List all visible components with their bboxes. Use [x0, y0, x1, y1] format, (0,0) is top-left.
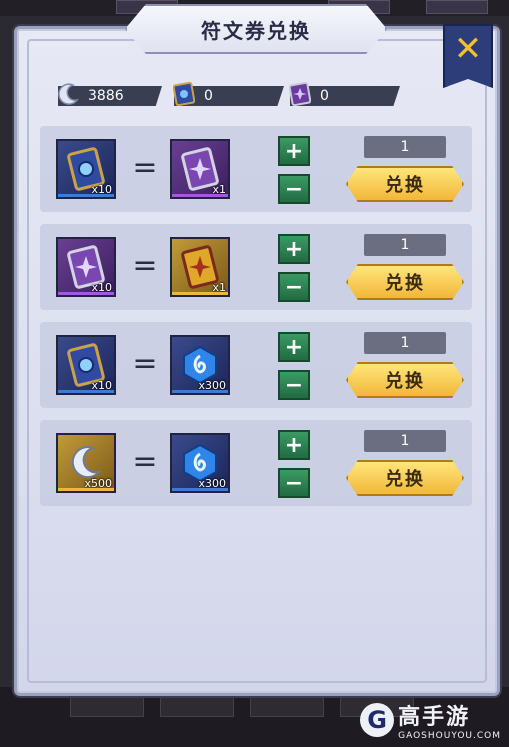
exchange-count: 1: [364, 430, 446, 452]
target-item-slot: x1: [170, 237, 230, 297]
decrease-button[interactable]: −: [278, 174, 310, 204]
quality-bar: [58, 390, 114, 393]
exchange-row: x10 = x1 + − 1 兑换: [40, 126, 472, 212]
background-slot: [70, 693, 144, 717]
quality-bar: [172, 292, 228, 295]
dialog-title-banner: 符文券兑换: [125, 4, 387, 54]
source-item-slot: x10: [56, 237, 116, 297]
exchange-button[interactable]: 兑换: [346, 362, 464, 398]
source-item-slot: x10: [56, 139, 116, 199]
background-slot: [160, 693, 234, 717]
exchange-count: 1: [364, 136, 446, 158]
quality-bar: [172, 390, 228, 393]
currency-purple-ticket: 0: [289, 82, 400, 108]
target-item-slot: x300: [170, 433, 230, 493]
equals-sign: =: [132, 248, 158, 283]
equals-sign: =: [132, 346, 158, 381]
exchange-row: x10 = x300 + − 1 兑换: [40, 322, 472, 408]
source-item-slot: x500: [56, 433, 116, 493]
quality-bar: [172, 488, 228, 491]
decrease-button[interactable]: −: [278, 272, 310, 302]
target-item-slot: x1: [170, 139, 230, 199]
blue-rune-ticket-icon: [170, 80, 198, 108]
purple-rune-ticket-icon: [286, 80, 314, 108]
watermark-logo: G: [360, 703, 395, 737]
moon-crystal-icon: [54, 80, 82, 108]
increase-button[interactable]: +: [278, 332, 310, 362]
exchange-count: 1: [364, 234, 446, 256]
exchange-row: x500 = x300 + − 1 兑换: [40, 420, 472, 506]
close-x-icon: ✕: [453, 29, 483, 69]
close-button[interactable]: ✕: [443, 24, 493, 88]
quality-bar: [172, 194, 228, 197]
exchange-button[interactable]: 兑换: [346, 264, 464, 300]
equals-sign: =: [132, 444, 158, 479]
equals-sign: =: [132, 150, 158, 185]
background-tab: [426, 0, 488, 14]
increase-button[interactable]: +: [278, 234, 310, 264]
quality-bar: [58, 292, 114, 295]
increase-button[interactable]: +: [278, 430, 310, 460]
source-item-slot: x10: [56, 335, 116, 395]
exchange-button[interactable]: 兑换: [346, 460, 464, 496]
increase-button[interactable]: +: [278, 136, 310, 166]
decrease-button[interactable]: −: [278, 370, 310, 400]
watermark-title: 高手游: [398, 705, 471, 730]
quality-bar: [58, 194, 114, 197]
decrease-button[interactable]: −: [278, 468, 310, 498]
target-item-slot: x300: [170, 335, 230, 395]
currency-blue-ticket: 0: [173, 82, 284, 108]
watermark-url: GAOSHOUYOU.COM: [398, 731, 501, 741]
exchange-row: x10 = x1 + − 1 兑换: [40, 224, 472, 310]
site-watermark: G 高手游 GAOSHOUYOU.COM: [360, 699, 501, 741]
background-slot: [250, 693, 324, 717]
currency-moon-crystal: 3886: [58, 83, 162, 108]
dialog-title: 符文券兑换: [201, 18, 311, 43]
exchange-count: 1: [364, 332, 446, 354]
quality-bar: [58, 488, 114, 491]
exchange-button[interactable]: 兑换: [346, 166, 464, 202]
